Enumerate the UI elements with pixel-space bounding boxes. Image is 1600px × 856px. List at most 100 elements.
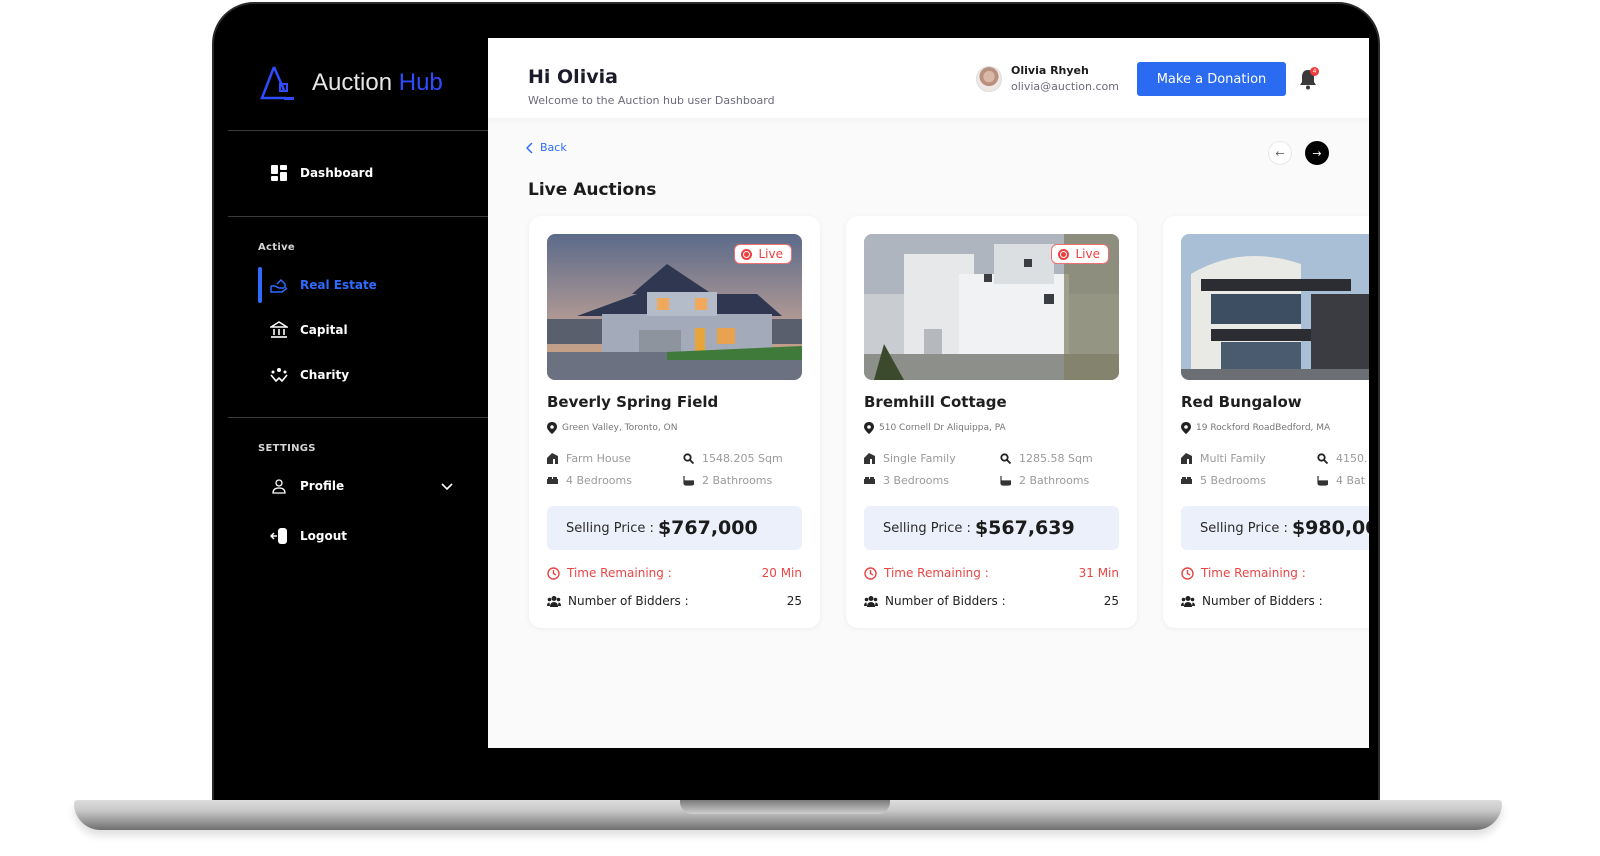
property-area: 4150. (1317, 452, 1368, 465)
user-email: olivia@auction.com (1011, 80, 1119, 93)
property-bedrooms: 4 Bedrooms (547, 474, 632, 487)
live-label: Live (758, 247, 783, 261)
chevron-left-icon (526, 141, 533, 154)
back-label: Back (540, 141, 567, 154)
property-address: 510 Cornell Dr Aliquippa, PA (864, 422, 1006, 434)
time-label: Time Remaining : (1201, 566, 1306, 580)
house-hand-icon (270, 276, 288, 294)
bidders-label: Number of Bidders : (568, 594, 689, 608)
time-label: Time Remaining : (884, 566, 989, 580)
location-pin-icon (864, 422, 874, 434)
carousel-next-button[interactable]: → (1305, 141, 1329, 165)
back-link[interactable]: Back (526, 141, 567, 154)
selling-price-box: Selling Price : $980,00 (1181, 506, 1369, 550)
users-icon (1181, 596, 1195, 607)
auction-card[interactable]: Red Bungalow 19 Rockford RoadBedford, MA… (1163, 216, 1369, 628)
user-name: Olivia Rhyeh (1011, 64, 1089, 77)
property-type: Single Family (864, 452, 956, 465)
make-donation-button[interactable]: Make a Donation (1137, 62, 1286, 96)
carousel-prev-button[interactable]: ← (1268, 141, 1292, 165)
clock-icon (1181, 566, 1194, 580)
greeting-title: Hi Olivia (528, 66, 618, 88)
property-image: Live (864, 234, 1119, 380)
auction-card[interactable]: Live Beverly Spring Field Green Valley, … (529, 216, 820, 628)
laptop-notch (680, 800, 890, 814)
bathtub-icon (1000, 476, 1011, 486)
magnifier-icon (1000, 453, 1011, 464)
property-image: Live (547, 234, 802, 380)
divider (228, 417, 488, 418)
arrow-right-icon: → (1312, 146, 1322, 160)
notification-badge: 4 (1310, 67, 1319, 76)
bed-icon (547, 477, 558, 484)
sidebar-item-label: Dashboard (300, 166, 374, 180)
magnifier-icon (683, 453, 694, 464)
clock-icon (547, 566, 560, 580)
record-icon (741, 248, 753, 260)
bed-icon (1181, 477, 1192, 484)
property-type: Multi Family (1181, 452, 1266, 465)
bidders-label: Number of Bidders : (1202, 594, 1323, 608)
section-label-settings: SETTINGS (258, 443, 316, 454)
area-text: 4150. (1336, 452, 1368, 465)
area-text: 1285.58 Sqm (1019, 452, 1093, 465)
auction-card[interactable]: Live Bremhill Cottage 510 Cornell Dr Ali… (846, 216, 1137, 628)
divider (228, 216, 488, 217)
sidebar: Auction Hub Dashboard Active Real Estate… (228, 38, 488, 748)
bathrooms-text: 4 Bat (1336, 474, 1366, 487)
arrow-left-icon: ← (1275, 146, 1285, 160)
sidebar-item-logout[interactable]: Logout (270, 527, 347, 545)
time-remaining-row: Time Remaining : 20 Min (547, 566, 802, 580)
property-bathrooms: 4 Bat (1317, 474, 1365, 487)
bank-icon (270, 321, 288, 339)
building-icon (547, 453, 558, 464)
sidebar-item-capital[interactable]: Capital (270, 321, 348, 339)
charity-icon (270, 366, 288, 384)
property-type: Farm House (547, 452, 631, 465)
price-label: Selling Price : (883, 520, 971, 536)
sidebar-item-profile[interactable]: Profile (270, 477, 344, 495)
property-address: 19 Rockford RoadBedford, MA (1181, 422, 1330, 434)
chevron-down-icon[interactable] (440, 479, 454, 493)
brand-name: Auction Hub (312, 69, 443, 97)
sidebar-item-real-estate[interactable]: Real Estate (270, 276, 377, 294)
price-value: $567,639 (974, 517, 1075, 539)
selling-price-box: Selling Price : $767,000 (547, 506, 802, 550)
property-image (1181, 234, 1369, 380)
users-icon (864, 596, 878, 607)
location-pin-icon (1181, 422, 1191, 434)
property-title: Beverly Spring Field (547, 393, 719, 411)
bathrooms-text: 2 Bathrooms (702, 474, 773, 487)
sidebar-item-charity[interactable]: Charity (270, 366, 349, 384)
bedrooms-text: 3 Bedrooms (883, 474, 949, 487)
location-pin-icon (547, 422, 557, 434)
gavel-logo-icon (260, 66, 294, 100)
bed-icon (864, 477, 875, 484)
bidders-label: Number of Bidders : (885, 594, 1006, 608)
property-bathrooms: 2 Bathrooms (1000, 474, 1089, 487)
type-text: Multi Family (1200, 452, 1266, 465)
avatar[interactable] (976, 66, 1002, 92)
bidders-row: Number of Bidders : 25 (547, 594, 802, 608)
building-icon (864, 453, 875, 464)
address-text: 510 Cornell Dr Aliquippa, PA (879, 423, 1006, 433)
page-title: Live Auctions (528, 180, 657, 200)
property-address: Green Valley, Toronto, ON (547, 422, 677, 434)
type-text: Single Family (883, 452, 956, 465)
magnifier-icon (1317, 453, 1328, 464)
brand-first: Auction (312, 69, 393, 96)
laptop-mockup: Auction Hub Dashboard Active Real Estate… (0, 0, 1600, 856)
live-label: Live (1075, 247, 1100, 261)
user-icon (270, 477, 288, 495)
bathrooms-text: 2 Bathrooms (1019, 474, 1090, 487)
sidebar-item-dashboard[interactable]: Dashboard (270, 164, 373, 182)
bathtub-icon (1317, 476, 1328, 486)
price-value: $767,000 (657, 517, 758, 539)
logo[interactable]: Auction Hub (260, 64, 443, 102)
bidders-row: Number of Bidders : 25 (864, 594, 1119, 608)
bidders-value: 25 (786, 594, 802, 608)
property-bedrooms: 5 Bedrooms (1181, 474, 1266, 487)
clock-icon (864, 566, 877, 580)
time-remaining-row: Time Remaining : (1181, 566, 1369, 580)
live-badge: Live (734, 244, 792, 264)
